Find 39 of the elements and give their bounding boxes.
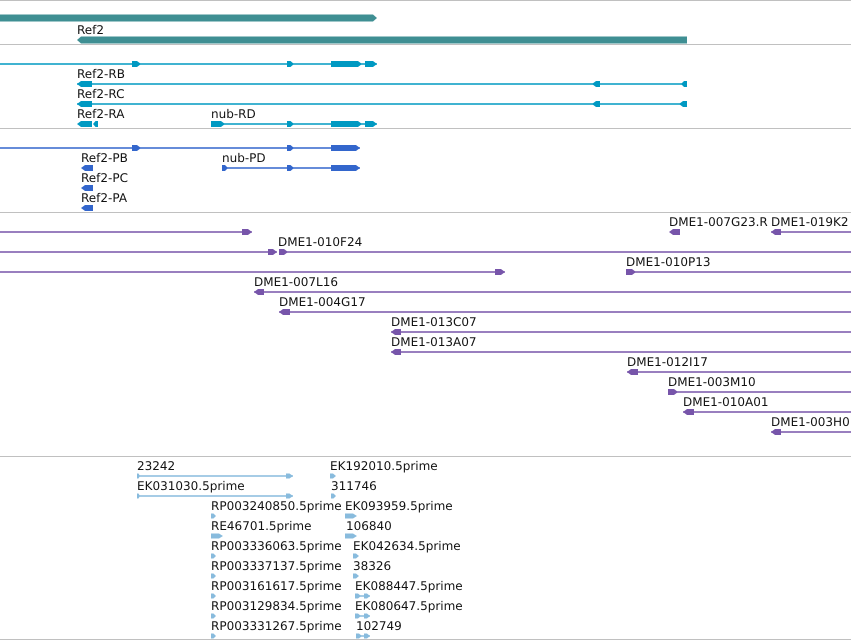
feature-label: 38326 xyxy=(353,559,392,573)
feature-label: Ref2-RB xyxy=(77,67,125,81)
feature-label: DME1-007G23.R xyxy=(669,215,768,229)
feature-label: EK093959.5prime xyxy=(345,499,453,513)
feature-label: 102749 xyxy=(356,619,402,633)
feature-label: DME1-013C07 xyxy=(391,315,477,329)
feature-label: RP003129834.5prime xyxy=(211,599,342,613)
feature-label: RE46701.5prime xyxy=(211,519,312,533)
feature-label: DME1-003H0 xyxy=(771,415,850,429)
feature-label: EK080647.5prime xyxy=(355,599,463,613)
feature-label: EK088447.5prime xyxy=(355,579,463,593)
feature-label: DME1-019K2 xyxy=(771,215,849,229)
feature-label: RP003331267.5prime xyxy=(211,619,342,633)
feature-label: 311746 xyxy=(331,479,377,493)
feature-label: DME1-012I17 xyxy=(627,355,708,369)
feature-label: EK192010.5prime xyxy=(330,459,438,473)
feature-label: RP003161617.5prime xyxy=(211,579,342,593)
feature-label: DME1-003M10 xyxy=(668,375,756,389)
feature-label: Ref2-RC xyxy=(77,87,124,101)
feature-label: RP003337137.5prime xyxy=(211,559,342,573)
feature-label: DME1-004G17 xyxy=(279,295,366,309)
feature-label: Ref2-PC xyxy=(81,171,128,185)
feature-label: DME1-010A01 xyxy=(683,395,769,409)
feature-label: Ref2-PB xyxy=(81,151,128,165)
feature-label: DME1-007L16 xyxy=(254,275,338,289)
feature-label: DME1-010F24 xyxy=(278,235,362,249)
feature-label: nub-RD xyxy=(211,107,256,121)
feature-label: 23242 xyxy=(137,459,176,473)
feature-label: EK042634.5prime xyxy=(353,539,461,553)
feature-label: RP003336063.5prime xyxy=(211,539,342,553)
feature-label: DME1-010P13 xyxy=(626,255,711,269)
feature-label: 106840 xyxy=(346,519,392,533)
feature-label: nub-PD xyxy=(222,151,266,165)
feature-label: EK031030.5prime xyxy=(137,479,245,493)
feature-label: Ref2-PA xyxy=(81,191,128,205)
feature-label: Ref2 xyxy=(77,23,104,37)
feature-label: DME1-013A07 xyxy=(391,335,477,349)
feature-label: Ref2-RA xyxy=(77,107,124,121)
feature-label: RP003240850.5prime xyxy=(211,499,342,513)
